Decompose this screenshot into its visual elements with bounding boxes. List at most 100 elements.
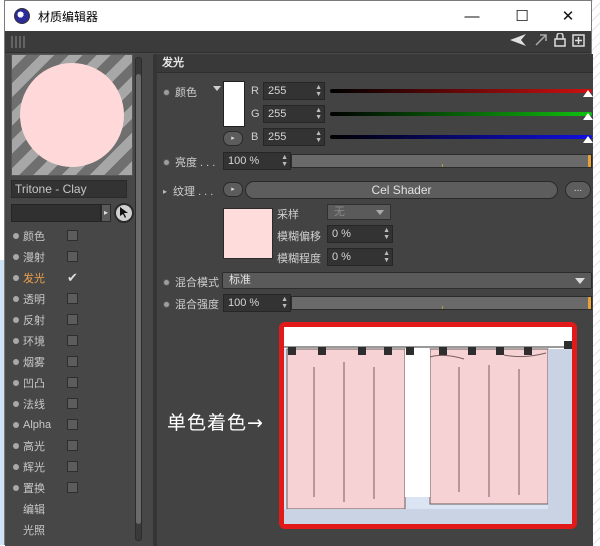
slider-tick xyxy=(441,306,443,309)
spinner-icon[interactable]: ▲ ▼ xyxy=(315,130,322,144)
channel-checkbox[interactable] xyxy=(67,419,78,430)
blend-strength-slider[interactable] xyxy=(291,296,592,310)
preview-mode-field[interactable] xyxy=(11,204,101,222)
drag-grip-icon[interactable] xyxy=(11,36,27,48)
spinner-icon[interactable]: ▲ ▼ xyxy=(281,154,288,168)
cel-shader-button[interactable]: Cel Shader xyxy=(245,181,558,199)
color-swatch[interactable] xyxy=(223,81,245,127)
blend-strength-field[interactable]: 100 % ▲ ▼ xyxy=(223,294,291,312)
channel-item[interactable]: 发光 ✔ xyxy=(5,267,135,288)
sidebar-scrollbar[interactable] xyxy=(135,57,142,541)
channel-dot-icon xyxy=(13,421,19,428)
channel-checkbox[interactable] xyxy=(67,482,78,493)
channel-checkbox[interactable] xyxy=(67,230,78,241)
channel-checkbox[interactable] xyxy=(67,293,78,304)
channel-item[interactable]: 编辑 xyxy=(5,498,135,519)
lock-icon[interactable] xyxy=(554,32,566,50)
channel-item[interactable]: 光照 xyxy=(5,519,135,540)
curtain-render-illustration xyxy=(284,327,572,524)
channel-dot-icon xyxy=(13,337,19,344)
brightness-field[interactable]: 100 % ▲ ▼ xyxy=(223,152,291,170)
preview-mode-arrow[interactable]: ▸ xyxy=(101,204,111,222)
picker-button[interactable] xyxy=(114,203,134,223)
channel-item[interactable]: 辉光 xyxy=(5,456,135,477)
annotation-text: 单色着色→ xyxy=(167,412,264,434)
channel-checkbox[interactable] xyxy=(67,335,78,346)
spinner-icon[interactable]: ▲ ▼ xyxy=(383,227,390,241)
channel-checkbox[interactable] xyxy=(67,398,78,409)
expand-arrow-icon[interactable]: ▸ xyxy=(163,187,167,196)
new-window-icon[interactable] xyxy=(572,33,585,50)
blur-offset-field[interactable]: 0 % ▲ ▼ xyxy=(327,225,393,243)
channel-label: 光照 xyxy=(23,524,45,537)
blend-mode-dropdown[interactable]: 标准 xyxy=(222,272,592,289)
g-slider-handle[interactable] xyxy=(583,113,593,120)
channel-item[interactable]: Alpha xyxy=(5,414,135,435)
r-value-field[interactable]: 255 ▲ ▼ xyxy=(263,82,325,100)
channel-checkbox[interactable] xyxy=(67,251,78,262)
channel-item[interactable]: 烟雾 xyxy=(5,351,135,372)
channel-checkbox[interactable] xyxy=(67,461,78,472)
color-dropdown-icon[interactable] xyxy=(213,86,221,91)
channel-label: 凹凸 xyxy=(23,377,45,390)
channel-item[interactable]: 凹凸 xyxy=(5,372,135,393)
maximize-button[interactable]: ☐ xyxy=(499,1,545,31)
channel-checkbox[interactable] xyxy=(67,440,78,451)
channel-item[interactable]: 法线 xyxy=(5,393,135,414)
material-preview[interactable] xyxy=(11,54,133,176)
g-value-field[interactable]: 255 ▲ ▼ xyxy=(263,105,325,123)
r-slider-handle[interactable] xyxy=(583,90,593,97)
close-icon: ✕ xyxy=(561,8,575,25)
color-label: 颜色 xyxy=(175,87,197,99)
close-button[interactable]: ✕ xyxy=(545,1,591,31)
blur-scale-label: 模糊程度 xyxy=(277,253,321,265)
b-value-field[interactable]: 255 ▲ ▼ xyxy=(263,128,325,146)
blend-strength-value: 100 % xyxy=(228,297,260,309)
channel-dot-icon xyxy=(13,316,19,323)
b-slider-handle[interactable] xyxy=(583,136,593,143)
texture-more-button[interactable]: ... xyxy=(565,181,591,199)
scrollbar-thumb[interactable] xyxy=(136,74,141,524)
sampling-dropdown[interactable]: 无 xyxy=(327,204,391,220)
channel-item[interactable]: 环境 xyxy=(5,330,135,351)
animation-dot-icon[interactable] xyxy=(163,278,170,286)
spinner-icon[interactable]: ▲ ▼ xyxy=(315,107,322,121)
spinner-icon[interactable]: ▲ ▼ xyxy=(281,296,288,310)
color-picker-toggle[interactable]: ▸ xyxy=(223,131,243,146)
minimize-button[interactable]: — xyxy=(449,1,495,31)
up-arrow-icon[interactable] xyxy=(534,33,548,50)
title-bar: 材质编辑器 — ☐ ✕ xyxy=(5,1,591,31)
b-value: 255 xyxy=(268,131,287,143)
channel-checkbox[interactable] xyxy=(67,377,78,388)
brightness-slider[interactable] xyxy=(291,154,592,168)
channel-checkbox[interactable]: ✔ xyxy=(67,271,78,284)
channel-checkbox[interactable] xyxy=(67,356,78,367)
blend-mode-row-label: 混合模式 xyxy=(163,274,219,290)
channel-list: 颜色 漫射 发光 ✔ 透明 反射 环境 烟雾凹凸法线 Alpha 高光 辉光 置换 编辑光照 xyxy=(5,225,135,540)
texture-menu-button[interactable]: ▸ xyxy=(223,182,243,197)
channel-checkbox[interactable] xyxy=(67,314,78,325)
blur-offset-label: 模糊偏移 xyxy=(277,231,321,243)
channel-dot-icon xyxy=(13,379,19,386)
blur-scale-field[interactable]: 0 % ▲ ▼ xyxy=(327,248,393,266)
back-arrow-icon[interactable] xyxy=(510,33,528,50)
animation-dot-icon[interactable] xyxy=(163,158,170,166)
g-slider[interactable] xyxy=(330,112,592,116)
brightness-value: 100 % xyxy=(228,155,260,167)
g-label: G xyxy=(251,108,260,120)
channel-item[interactable]: 置换 xyxy=(5,477,135,498)
channel-item[interactable]: 高光 xyxy=(5,435,135,456)
channel-item[interactable]: 漫射 xyxy=(5,246,135,267)
material-name-field[interactable]: Tritone - Clay xyxy=(11,180,127,198)
channel-item[interactable]: 反射 xyxy=(5,309,135,330)
animation-dot-icon[interactable] xyxy=(163,300,170,308)
b-slider[interactable] xyxy=(330,135,592,139)
texture-preview[interactable] xyxy=(223,208,273,259)
r-slider[interactable] xyxy=(330,89,592,93)
spinner-icon[interactable]: ▲ ▼ xyxy=(315,84,322,98)
channel-item[interactable]: 透明 xyxy=(5,288,135,309)
channel-item[interactable]: 颜色 xyxy=(5,225,135,246)
animation-dot-icon[interactable] xyxy=(163,88,170,96)
spinner-icon[interactable]: ▲ ▼ xyxy=(383,250,390,264)
blend-strength-row-label: 混合强度 xyxy=(163,296,219,312)
